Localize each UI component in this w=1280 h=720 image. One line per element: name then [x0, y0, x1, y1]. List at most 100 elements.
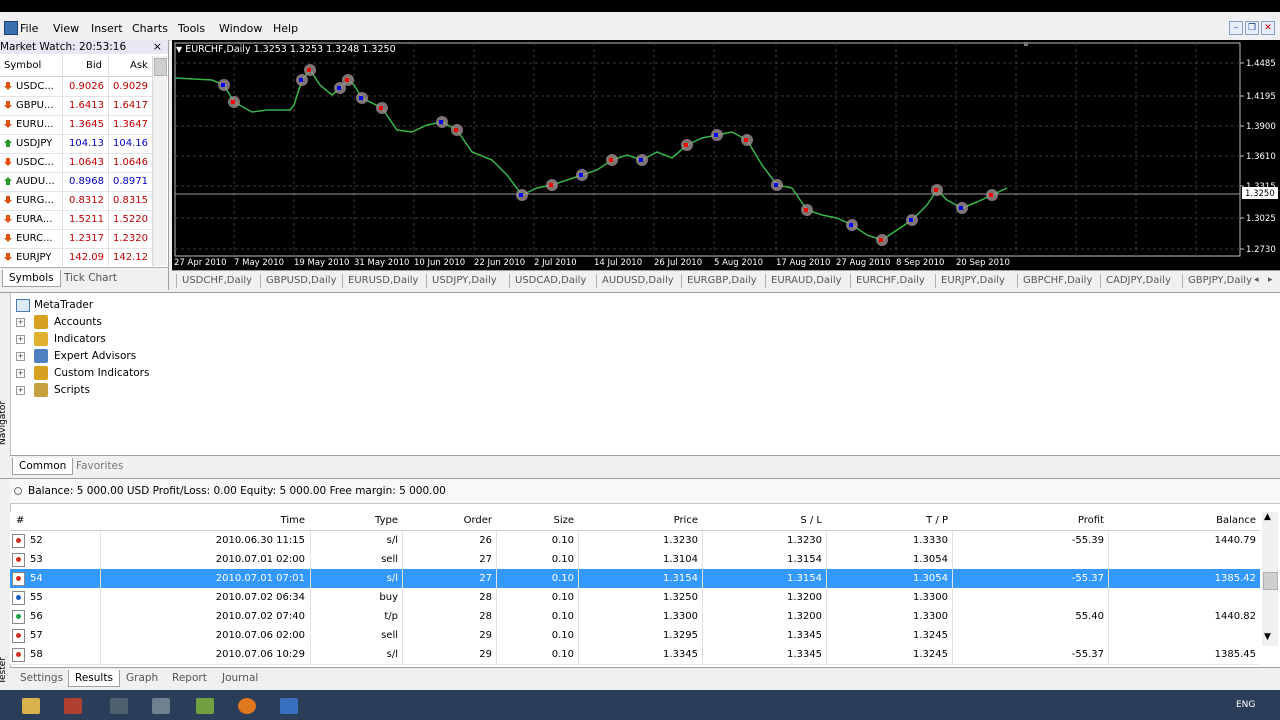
expand-icon[interactable]: +: [16, 318, 25, 327]
market-watch-row[interactable]: USDC... 0.9026 0.9029: [0, 77, 152, 97]
expand-icon[interactable]: +: [16, 369, 25, 378]
table-row[interactable]: 57 2010.07.06 02:00 sell 29 0.10 1.3295 1.3345…: [10, 626, 1260, 646]
close-button[interactable]: ✕: [1261, 21, 1275, 35]
tab-graph[interactable]: Graph: [120, 670, 164, 686]
minimize-button[interactable]: –: [1229, 21, 1243, 35]
column-header-7[interactable]: T / P: [826, 512, 948, 530]
chart-tab[interactable]: GBPJPY,Daily: [1188, 275, 1252, 286]
chart-canvas[interactable]: 1.44851.41951.39001.36101.33151.30251.27…: [172, 40, 1280, 270]
chart-tab[interactable]: EURAUD,Daily: [771, 275, 842, 286]
column-header-5[interactable]: Price: [578, 512, 698, 530]
market-watch-row[interactable]: EURG... 0.8312 0.8315: [0, 191, 152, 211]
tab-report[interactable]: Report: [166, 670, 213, 686]
expand-icon[interactable]: +: [16, 335, 25, 344]
tab-favorites[interactable]: Favorites: [70, 458, 129, 474]
market-watch-row[interactable]: EURA... 1.5211 1.5220: [0, 210, 152, 230]
scrollbar-thumb[interactable]: [154, 58, 167, 76]
table-row[interactable]: 52 2010.06.30 11:15 s/l 26 0.10 1.3230 1.3230 1…: [10, 531, 1260, 551]
scroll-down-icon[interactable]: ▼: [1264, 632, 1271, 642]
ask-column-header[interactable]: Ask: [130, 56, 148, 76]
market-watch-row[interactable]: USDC... 1.0643 1.0646: [0, 153, 152, 173]
tab-journal[interactable]: Journal: [216, 670, 264, 686]
scroll-up-icon[interactable]: ▲: [1264, 512, 1271, 522]
chart-tab[interactable]: AUDUSD,Daily: [602, 275, 674, 286]
menu-tools[interactable]: Tools: [178, 22, 205, 35]
trade-arrow: [549, 183, 553, 187]
expand-icon[interactable]: +: [16, 386, 25, 395]
tab-settings[interactable]: Settings: [14, 670, 69, 686]
menu-help[interactable]: Help: [273, 22, 298, 35]
app-icon-2[interactable]: [64, 698, 82, 714]
results-scrollbar[interactable]: ▲ ▼: [1262, 512, 1278, 646]
tabs-scroll-left-icon[interactable]: ◂: [1254, 275, 1259, 285]
bid-column-header[interactable]: Bid: [86, 56, 102, 76]
chart-tab[interactable]: USDCHF,Daily: [182, 275, 252, 286]
scrollbar-thumb[interactable]: [1263, 572, 1278, 590]
market-watch-row[interactable]: GBPU... 1.6413 1.6417: [0, 96, 152, 116]
app-icon-4[interactable]: [152, 698, 170, 714]
tab-symbols[interactable]: Symbols: [2, 270, 61, 287]
chart-tab[interactable]: EURCHF,Daily: [856, 275, 925, 286]
menu-view[interactable]: View: [53, 22, 79, 35]
menu-charts[interactable]: Charts: [132, 22, 168, 35]
price-chart[interactable]: 1.44851.41951.39001.36101.33151.30251.27…: [172, 40, 1280, 270]
chart-menu-icon[interactable]: ▼: [176, 45, 182, 54]
trade-arrow: [879, 238, 883, 242]
tabs-scroll-right-icon[interactable]: ▸: [1268, 275, 1273, 285]
app-icon-3[interactable]: [110, 698, 128, 714]
market-watch-row[interactable]: EURU... 1.3645 1.3647: [0, 115, 152, 135]
column-header-6[interactable]: S / L: [702, 512, 822, 530]
folder-icon[interactable]: [22, 698, 40, 714]
market-watch-row[interactable]: EURJPY 142.09 142.12: [0, 248, 152, 268]
column-header-2[interactable]: Type: [310, 512, 398, 530]
market-watch-bid: 0.9026: [69, 81, 104, 92]
column-header-9[interactable]: Balance: [1108, 512, 1256, 530]
column-header-1[interactable]: Time: [100, 512, 305, 530]
app-icon[interactable]: [4, 21, 18, 35]
chart-tab[interactable]: USDCAD,Daily: [515, 275, 586, 286]
chart-title: ▼ EURCHF,Daily 1.3253 1.3253 1.3248 1.32…: [176, 44, 396, 55]
balance-summary: Balance: 5 000.00 USD Profit/Loss: 0.00 …: [28, 485, 446, 497]
tab-common[interactable]: Common: [12, 458, 74, 475]
restore-button[interactable]: ❐: [1245, 21, 1259, 35]
chart-tab[interactable]: GBPUSD,Daily: [266, 275, 337, 286]
market-watch-close-icon[interactable]: ×: [153, 40, 162, 54]
tab-tick-chart[interactable]: Tick Chart: [58, 270, 123, 286]
table-row[interactable]: 58 2010.07.06 10:29 s/l 29 0.10 1.3345 1.3345 1…: [10, 645, 1260, 665]
tree-item-label: Expert Advisors: [54, 350, 137, 362]
chart-marker: [1024, 42, 1028, 46]
column-header-0[interactable]: #: [16, 512, 56, 530]
chart-tab[interactable]: EURUSD,Daily: [348, 275, 418, 286]
chart-tab[interactable]: CADJPY,Daily: [1106, 275, 1171, 286]
market-watch-scrollbar[interactable]: [152, 56, 167, 266]
accounts-icon: [34, 315, 48, 329]
order-sell-icon: [12, 629, 25, 643]
media-player-icon[interactable]: [238, 698, 256, 714]
chart-tab[interactable]: GBPCHF,Daily: [1023, 275, 1092, 286]
chart-background: [172, 40, 1280, 270]
chart-tab[interactable]: EURGBP,Daily: [687, 275, 757, 286]
app-icon-5[interactable]: [196, 698, 214, 714]
market-watch-row[interactable]: USDJPY 104.13 104.16: [0, 134, 152, 154]
table-row[interactable]: 55 2010.07.02 06:34 buy 28 0.10 1.3250 1.3200 1…: [10, 588, 1260, 608]
table-row[interactable]: 54 2010.07.01 07:01 s/l 27 0.10 1.3154 1.3154 1…: [10, 569, 1260, 589]
column-header-8[interactable]: Profit: [952, 512, 1104, 530]
column-header-3[interactable]: Order: [402, 512, 492, 530]
menu-window[interactable]: Window: [219, 22, 262, 35]
tab-results[interactable]: Results: [68, 670, 120, 687]
language-indicator[interactable]: ENG: [1236, 700, 1255, 710]
market-watch-symbol: EURG...: [16, 195, 54, 206]
symbol-column-header[interactable]: Symbol: [4, 56, 41, 76]
metatrader-taskbar-icon[interactable]: [280, 698, 298, 714]
market-watch-row[interactable]: EURC... 1.2317 1.2320: [0, 229, 152, 249]
table-row[interactable]: 53 2010.07.01 02:00 sell 27 0.10 1.3104 1.3154…: [10, 550, 1260, 570]
market-watch-row[interactable]: AUDU... 0.8968 0.8971: [0, 172, 152, 192]
x-tick-label: 31 May 2010: [354, 258, 409, 268]
chart-tab[interactable]: USDJPY,Daily: [432, 275, 497, 286]
expand-icon[interactable]: +: [16, 352, 25, 361]
chart-tab[interactable]: EURJPY,Daily: [941, 275, 1005, 286]
table-row[interactable]: 56 2010.07.02 07:40 t/p 28 0.10 1.3300 1.3200 1…: [10, 607, 1260, 627]
menu-file[interactable]: File: [20, 22, 38, 35]
menu-insert[interactable]: Insert: [91, 22, 123, 35]
column-header-4[interactable]: Size: [496, 512, 574, 530]
